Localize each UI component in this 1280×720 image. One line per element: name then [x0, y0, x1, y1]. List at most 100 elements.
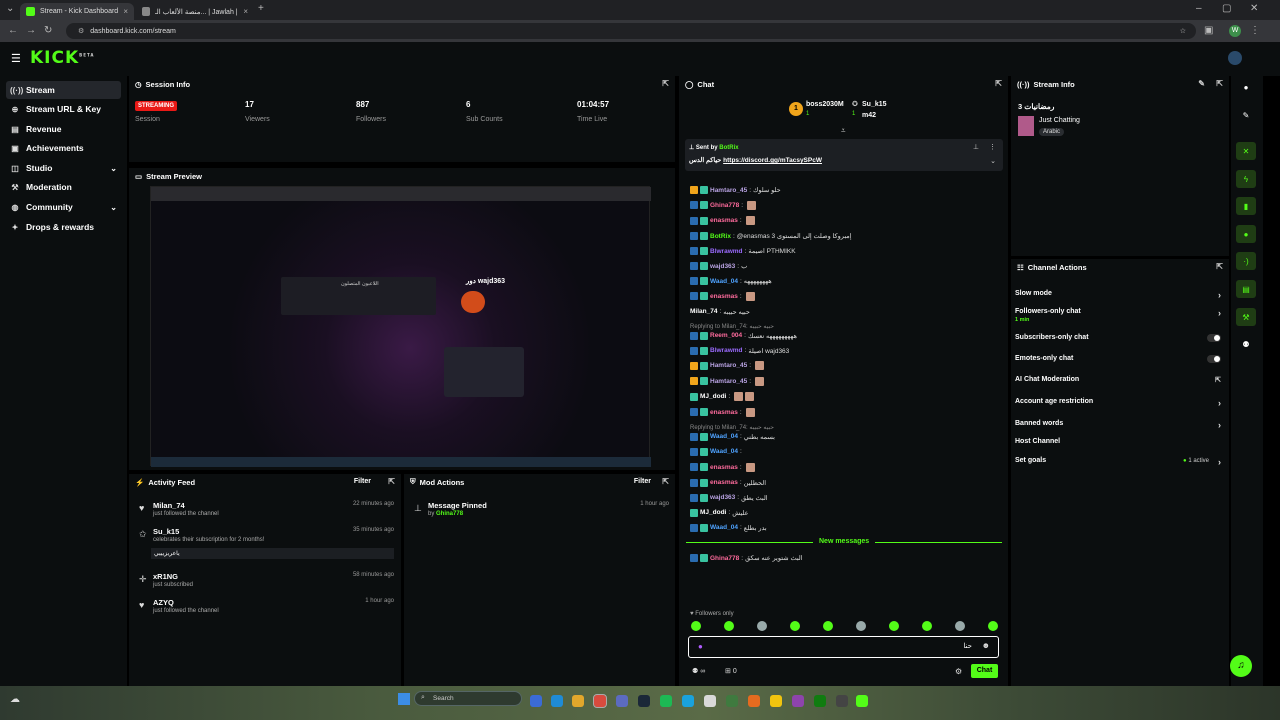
stream-preview-video[interactable]: اللاعبون المتصلون دور wajd363 [150, 186, 651, 467]
feed-username[interactable]: Su_k15 [153, 527, 179, 536]
quick-emote-icon[interactable] [922, 621, 932, 631]
chat-username[interactable]: Reem_004 [710, 332, 742, 339]
chat-username[interactable]: Waad_04 [710, 278, 738, 285]
people-icon[interactable]: ⚉ [1236, 335, 1256, 353]
discord-icon[interactable] [616, 695, 628, 707]
browser-menu-icon[interactable]: ⋮ [1250, 25, 1260, 36]
mod-action-user[interactable]: Ghina778 [436, 511, 463, 517]
browser-tab-jawlah[interactable]: منصة الألعاب الـ... | Jawlah | جولة × [136, 3, 254, 20]
chat-username[interactable]: Blwrawmd [710, 248, 743, 255]
back-icon[interactable]: ← [8, 25, 18, 36]
chat-username[interactable]: MJ_dodi [700, 509, 726, 516]
popout-icon[interactable]: ⇱ [662, 79, 669, 88]
chat-username[interactable]: Hamtaro_45 [710, 187, 747, 194]
app-icon[interactable] [726, 695, 738, 707]
channel-action-account-age[interactable]: Account age restriction › [1015, 398, 1227, 408]
task-view-icon[interactable] [530, 695, 542, 707]
chat-username[interactable]: Waad_04 [710, 448, 738, 455]
top-chatter-name[interactable]: m42 [862, 112, 876, 119]
pinned-link[interactable]: https://discord.gg/mTacsySPcW [723, 157, 822, 164]
taskbar-search[interactable]: ⌕ Search [414, 691, 522, 706]
app-icon[interactable] [770, 695, 782, 707]
new-messages-label[interactable]: New messages [813, 538, 876, 545]
chat-username[interactable]: Hamtaro_45 [710, 362, 747, 369]
xbox-icon[interactable] [814, 695, 826, 707]
feed-username[interactable]: AZYQ [153, 598, 174, 607]
quick-emote-icon[interactable] [790, 621, 800, 631]
forward-icon[interactable]: → [26, 25, 36, 36]
reload-icon[interactable]: ↻ [44, 25, 52, 36]
quick-emote-icon[interactable] [889, 621, 899, 631]
profile-avatar[interactable]: W [1229, 25, 1241, 37]
unpin-icon[interactable]: ⊥ [973, 143, 979, 151]
wrench-icon[interactable]: ⚒ [1236, 308, 1256, 326]
app-icon[interactable] [836, 695, 848, 707]
popout-icon[interactable]: ⇱ [662, 477, 669, 486]
info-icon[interactable]: ● [1236, 78, 1256, 96]
pinned-sender[interactable]: BotRix [719, 145, 738, 151]
support-headset-icon[interactable]: ♫ [1230, 655, 1252, 677]
channel-action-slow-mode[interactable]: Slow mode › [1015, 290, 1227, 300]
sidebar-item-moderation[interactable]: ⚒ Moderation [6, 178, 121, 196]
quick-emote-icon[interactable] [691, 621, 701, 631]
close-x-icon[interactable]: ✕ [1236, 142, 1256, 160]
lightning-icon[interactable]: ϟ [1236, 170, 1256, 188]
popout-icon[interactable]: ⇱ [1216, 79, 1223, 88]
chat-bubble-icon[interactable]: ● [1236, 225, 1256, 243]
user-avatar[interactable] [1228, 51, 1242, 65]
sidebar-item-drops-rewards[interactable]: ✦ Drops & rewards [6, 218, 121, 236]
hamburger-menu-icon[interactable]: ☰ [11, 52, 21, 65]
address-bar[interactable]: ⚙ dashboard.kick.com/stream ☆ [66, 23, 1196, 39]
close-tab-icon[interactable]: × [123, 7, 128, 16]
more-options-icon[interactable]: ⋮ [989, 143, 996, 151]
popout-icon[interactable]: ⇱ [1216, 262, 1223, 271]
category-thumbnail[interactable] [1018, 116, 1034, 136]
shield-icon[interactable]: ▮ [1236, 197, 1256, 215]
close-window-icon[interactable]: ✕ [1250, 3, 1258, 14]
channel-action-set-goals[interactable]: Set goals ● 1 active › [1015, 457, 1227, 467]
points-icon[interactable]: ⚉ [692, 668, 698, 675]
chat-username[interactable]: Blwrawmd [710, 347, 743, 354]
chat-username[interactable]: enasmas [710, 293, 738, 300]
gift-icon[interactable]: ⊞ [725, 668, 731, 675]
chat-username[interactable]: enasmas [710, 409, 738, 416]
chat-username[interactable]: enasmas [710, 464, 738, 471]
broadcast-icon[interactable]: ·) [1236, 252, 1256, 270]
popout-icon[interactable]: ⇱ [995, 79, 1002, 88]
app-icon[interactable] [792, 695, 804, 707]
kick-app-icon[interactable] [856, 695, 868, 707]
edge-icon[interactable] [551, 695, 563, 707]
chat-username[interactable]: Ghina778 [710, 202, 739, 209]
kick-logo[interactable]: KICKBETA [30, 48, 94, 68]
sidebar-item-community[interactable]: ◍ Community ⌄ [6, 198, 121, 216]
feed-username[interactable]: xR1NG [153, 572, 178, 581]
chrome-icon[interactable] [593, 694, 607, 708]
chat-username[interactable]: MJ_dodi [700, 393, 726, 400]
spotify-icon[interactable] [660, 695, 672, 707]
emoji-picker-icon[interactable]: ☻ [982, 641, 990, 650]
maximize-icon[interactable]: ▢ [1222, 3, 1231, 14]
site-info-icon[interactable]: ⚙ [78, 27, 84, 35]
bookmark-star-icon[interactable]: ☆ [1180, 27, 1186, 35]
top-chatter-name[interactable]: Su_k15 [862, 101, 887, 108]
extensions-icon[interactable]: ▣ [1204, 25, 1213, 36]
chat-username[interactable]: Hamtaro_45 [710, 378, 747, 385]
top-chatter-name[interactable]: boss2030M [806, 101, 844, 108]
emotes-only-toggle[interactable] [1207, 355, 1221, 363]
windows-start-icon[interactable] [398, 693, 410, 705]
channel-action-followers-only[interactable]: Followers-only chat 1 min › [1015, 308, 1227, 323]
channel-action-ai-moderation[interactable]: AI Chat Moderation ⇱ [1015, 376, 1227, 384]
chat-username[interactable]: Ghina778 [710, 555, 739, 562]
chat-username[interactable]: Waad_04 [710, 433, 738, 440]
sidebar-item-stream[interactable]: ((·)) Stream [6, 81, 121, 99]
channel-action-host-channel[interactable]: Host Channel [1015, 438, 1227, 445]
quick-emote-icon[interactable] [757, 621, 767, 631]
quick-emote-icon[interactable] [724, 621, 734, 631]
edit-pencil-icon[interactable]: ✎ [1198, 79, 1205, 88]
sidebar-item-revenue[interactable]: ▤ Revenue [6, 120, 121, 138]
quick-emote-icon[interactable] [856, 621, 866, 631]
channel-action-emotes-only[interactable]: Emotes-only chat [1015, 355, 1227, 363]
expand-leaderboard-icon[interactable]: ⩡ [841, 126, 846, 136]
chat-username[interactable]: wajd363 [710, 494, 735, 501]
chat-username[interactable]: wajd363 [710, 263, 735, 270]
